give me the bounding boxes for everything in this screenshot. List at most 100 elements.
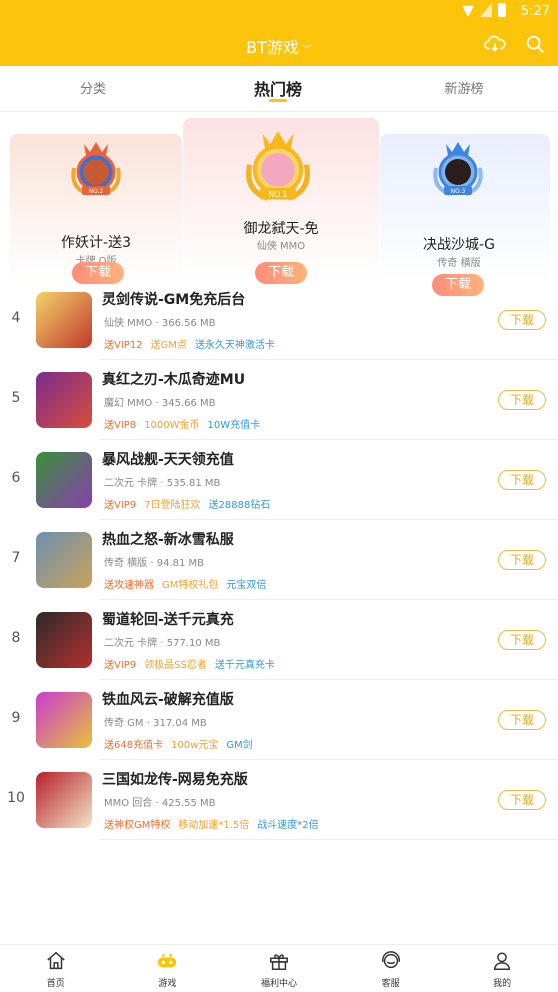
game-tag: 元宝双倍 bbox=[226, 580, 267, 591]
gamepad-icon bbox=[158, 954, 177, 968]
rank-badge-icon: NO.3 bbox=[433, 142, 483, 196]
list-item[interactable]: 4 灵剑传说-GM免充后台 仙侠 MMO · 366.56 MB 送VIP12 送… bbox=[0, 280, 558, 360]
game-tags: 送VIP12 送GM点 送永久天神激活卡 bbox=[104, 336, 283, 351]
top-header: 5:27 BT游戏 ﹀ bbox=[0, 0, 558, 66]
game-name: 铁血风云-破解充值版 bbox=[102, 692, 234, 708]
download-button[interactable]: 下载 bbox=[498, 390, 546, 410]
download-button[interactable]: 下载 bbox=[498, 710, 546, 730]
gift-icon bbox=[270, 954, 288, 970]
nav-label: 首页 bbox=[46, 979, 65, 989]
rank-number: 9 bbox=[11, 710, 21, 726]
game-tag: 领极品SS忍者 bbox=[144, 660, 207, 671]
game-tag: 送神权GM特权 bbox=[104, 820, 171, 831]
tab-new-list[interactable]: 新游榜 bbox=[404, 78, 524, 97]
wifi-icon bbox=[462, 5, 474, 17]
podium-game-name: 御龙弑天-免 bbox=[243, 221, 319, 237]
nav-label: 客服 bbox=[381, 979, 400, 989]
svg-text:NO.1: NO.1 bbox=[269, 190, 288, 199]
game-tags: 送648充值卡 100w元宝 GM剑 bbox=[104, 736, 261, 751]
download-button[interactable]: 下载 bbox=[498, 470, 546, 490]
podium-game-name: 作妖计-送3 bbox=[61, 235, 131, 251]
game-tag: 送VIP9 bbox=[104, 660, 137, 671]
page-title-dropdown[interactable]: BT游戏 ﹀ bbox=[0, 34, 558, 58]
game-tags: 送VIP9 领极品SS忍者 送千元真充卡 bbox=[104, 656, 283, 671]
game-thumbnail bbox=[36, 532, 92, 588]
list-item[interactable]: 7 热血之怒-新冰雪私服 传奇 横版 · 94.81 MB 送攻速神器 GM特权礼… bbox=[0, 520, 558, 600]
app-screen: { "status": { "time": "5:27" }, "header"… bbox=[0, 0, 558, 992]
list-item[interactable]: 5 真红之刃-木瓜奇迹MU 魔幻 MMO · 345.66 MB 送VIP8 10… bbox=[0, 360, 558, 440]
search-icon[interactable] bbox=[524, 33, 546, 55]
nav-label: 游戏 bbox=[158, 979, 177, 989]
game-tag: 战斗速度*2倍 bbox=[257, 820, 319, 831]
top3-podium: NO.2 作妖计-送3 卡牌 Q版 下载 NO.1 御龙弑天-免 仙侠 MMO … bbox=[0, 112, 558, 296]
game-tag: GM剑 bbox=[226, 740, 253, 751]
chevron-down-icon: ﹀ bbox=[301, 45, 312, 56]
rank-number: 10 bbox=[7, 790, 25, 806]
game-thumbnail bbox=[36, 372, 92, 428]
status-bar: 5:27 bbox=[0, 0, 558, 24]
home-icon bbox=[47, 951, 65, 970]
game-tag: 送GM点 bbox=[150, 340, 187, 351]
game-meta: 传奇 横版 · 94.81 MB bbox=[104, 558, 205, 569]
game-name: 热血之怒-新冰雪私服 bbox=[102, 532, 234, 548]
nav-item-home[interactable]: 首页 bbox=[0, 945, 112, 992]
list-item[interactable]: 6 暴风战舰-天天领充值 二次元 卡牌 · 535.81 MB 送VIP9 7日登… bbox=[0, 440, 558, 520]
game-thumbnail bbox=[36, 292, 92, 348]
game-tag: 送攻速神器 bbox=[104, 580, 154, 591]
game-tag: 送VIP9 bbox=[104, 500, 137, 511]
game-tag: 移动加速*1.5倍 bbox=[178, 820, 250, 831]
download-button[interactable]: 下载 bbox=[498, 790, 546, 810]
podium-card-3[interactable]: NO.3 决战沙城-G 传奇 横版 下载 bbox=[380, 134, 550, 296]
download-button[interactable]: 下载 bbox=[498, 550, 546, 570]
rank-number: 6 bbox=[11, 470, 21, 486]
no-signal-icon bbox=[480, 3, 492, 17]
podium-card-1[interactable]: NO.1 御龙弑天-免 仙侠 MMO 下载 bbox=[183, 118, 379, 284]
game-thumbnail bbox=[36, 612, 92, 668]
game-meta: 仙侠 MMO · 366.56 MB bbox=[104, 318, 216, 329]
list-item[interactable]: 9 铁血风云-破解充值版 传奇 GM · 317.04 MB 送648充值卡 10… bbox=[0, 680, 558, 760]
download-button[interactable]: 下载 bbox=[498, 630, 546, 650]
headset-icon bbox=[381, 951, 400, 969]
svg-text:NO.3: NO.3 bbox=[451, 188, 466, 195]
game-tag: 10W充值卡 bbox=[207, 420, 261, 431]
game-tag: 送28888钻石 bbox=[208, 500, 271, 511]
list-item[interactable]: 10 三国如龙传-网易免充版 MMO 回合 · 425.55 MB 送神权GM特… bbox=[0, 760, 558, 840]
tab-category[interactable]: 分类 bbox=[33, 78, 153, 97]
game-thumbnail bbox=[36, 452, 92, 508]
game-tag: 送648充值卡 bbox=[104, 740, 164, 751]
game-tag: 送VIP12 bbox=[104, 340, 143, 351]
nav-item-support[interactable]: 客服 bbox=[335, 945, 447, 992]
rank-number: 7 bbox=[11, 550, 21, 566]
crown-badge-icon: NO.1 bbox=[246, 131, 310, 201]
game-tags: 送神权GM特权 移动加速*1.5倍 战斗速度*2倍 bbox=[104, 816, 327, 831]
svg-text:NO.2: NO.2 bbox=[89, 188, 104, 195]
page-title: BT游戏 bbox=[246, 38, 299, 57]
status-time: 5:27 bbox=[520, 4, 550, 19]
game-name: 暴风战舰-天天领充值 bbox=[102, 452, 234, 468]
nav-item-welfare[interactable]: 福利中心 bbox=[223, 945, 335, 992]
game-meta: 魔幻 MMO · 345.66 MB bbox=[104, 398, 216, 409]
rank-badge-icon: NO.2 bbox=[71, 142, 121, 196]
active-tab-indicator bbox=[269, 99, 287, 102]
podium-card-2[interactable]: NO.2 作妖计-送3 卡牌 Q版 下载 bbox=[10, 134, 182, 284]
game-meta: 传奇 GM · 317.04 MB bbox=[104, 718, 207, 729]
tab-hot-list[interactable]: 热门榜 bbox=[218, 76, 338, 100]
game-meta: 二次元 卡牌 · 535.81 MB bbox=[104, 478, 221, 489]
rank-number: 5 bbox=[11, 390, 21, 406]
game-meta: MMO 回合 · 425.55 MB bbox=[104, 798, 216, 809]
podium-game-genre: 仙侠 MMO bbox=[256, 241, 306, 252]
game-tag: 7日登陆狂欢 bbox=[144, 500, 201, 511]
game-tags: 送VIP9 7日登陆狂欢 送28888钻石 bbox=[104, 496, 278, 511]
cloud-download-icon[interactable] bbox=[484, 33, 506, 55]
game-name: 三国如龙传-网易免充版 bbox=[102, 772, 248, 788]
rank-number: 8 bbox=[11, 630, 21, 646]
nav-item-profile[interactable]: 我的 bbox=[446, 945, 558, 992]
game-ranking-list: 4 灵剑传说-GM免充后台 仙侠 MMO · 366.56 MB 送VIP12 送… bbox=[0, 280, 558, 840]
user-icon bbox=[494, 952, 511, 970]
download-button[interactable]: 下载 bbox=[498, 310, 546, 330]
nav-item-games[interactable]: 游戏 bbox=[112, 945, 224, 992]
bottom-nav: 首页 游戏 福利中心 客服 我的 bbox=[0, 944, 558, 992]
rank-number: 4 bbox=[11, 310, 21, 326]
game-thumbnail bbox=[36, 772, 92, 828]
list-item[interactable]: 8 蜀道轮回-送千元真充 二次元 卡牌 · 577.10 MB 送VIP9 领极品… bbox=[0, 600, 558, 680]
